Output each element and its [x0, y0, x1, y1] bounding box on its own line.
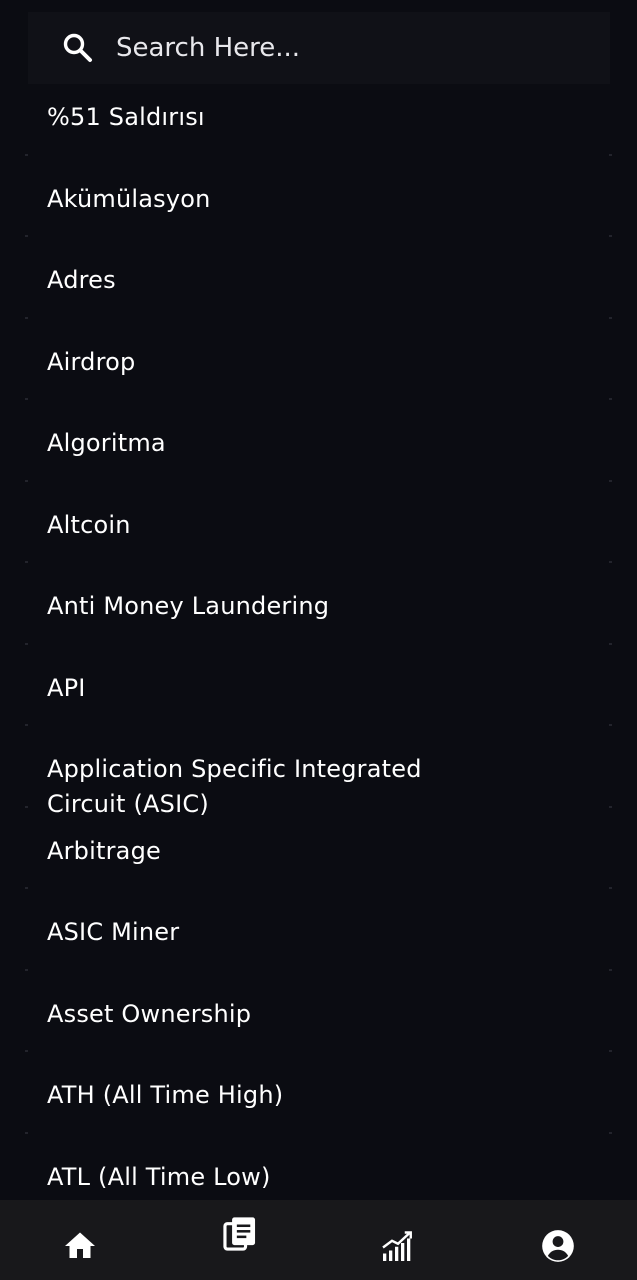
search-icon[interactable]	[61, 31, 95, 65]
term-label: Adres	[47, 266, 116, 294]
glossary-term-item[interactable]: API	[0, 645, 637, 727]
nav-chart-button[interactable]	[368, 1216, 428, 1276]
glossary-screen: %51 Saldırısı Akümülasyon Adres Airdrop …	[0, 0, 637, 1280]
term-label: ATH (All Time High)	[47, 1081, 284, 1109]
chart-icon	[382, 1231, 412, 1261]
term-label: Altcoin	[47, 510, 131, 539]
nav-documents-button[interactable]	[210, 1204, 270, 1264]
glossary-term-list: %51 Saldırısı Akümülasyon Adres Airdrop …	[0, 74, 637, 1200]
glossary-term-item[interactable]: Airdrop	[0, 319, 637, 401]
term-label: %51 Saldırısı	[47, 103, 205, 131]
nav-home-button[interactable]	[50, 1216, 110, 1276]
home-icon	[65, 1232, 95, 1258]
documents-icon	[223, 1217, 256, 1251]
glossary-term-item[interactable]: Asset Ownership	[0, 971, 637, 1053]
term-label: Arbitrage	[47, 836, 161, 865]
bottom-navigation	[0, 1200, 637, 1280]
term-label: Asset Ownership	[47, 999, 252, 1028]
term-label: API	[47, 673, 86, 702]
glossary-term-item[interactable]: ASIC Miner	[0, 889, 637, 971]
glossary-term-item[interactable]: Adres	[0, 237, 637, 319]
term-label: Airdrop	[47, 347, 136, 376]
nav-profile-button[interactable]	[528, 1216, 588, 1276]
glossary-term-item[interactable]: ATL (All Time Low)	[0, 1134, 637, 1201]
term-label: Akümülasyon	[47, 184, 211, 213]
term-label: Anti Money Laundering	[47, 592, 330, 620]
glossary-term-item[interactable]: Algoritma	[0, 400, 637, 482]
search-input[interactable]	[116, 26, 576, 70]
glossary-term-item[interactable]: Altcoin	[0, 482, 637, 564]
glossary-term-item[interactable]: Arbitrage	[0, 808, 637, 890]
term-label: Algoritma	[47, 429, 166, 457]
glossary-term-item[interactable]: Akümülasyon	[0, 156, 637, 238]
profile-icon	[542, 1230, 574, 1262]
glossary-term-item[interactable]: Application Specific Integrated Circuit …	[0, 726, 637, 818]
term-label: ATL (All Time Low)	[47, 1162, 271, 1191]
glossary-term-item[interactable]: ATH (All Time High)	[0, 1052, 637, 1134]
glossary-term-item[interactable]: %51 Saldırısı	[0, 74, 637, 156]
term-label: ASIC Miner	[47, 918, 180, 946]
glossary-term-item[interactable]: Anti Money Laundering	[0, 563, 637, 645]
